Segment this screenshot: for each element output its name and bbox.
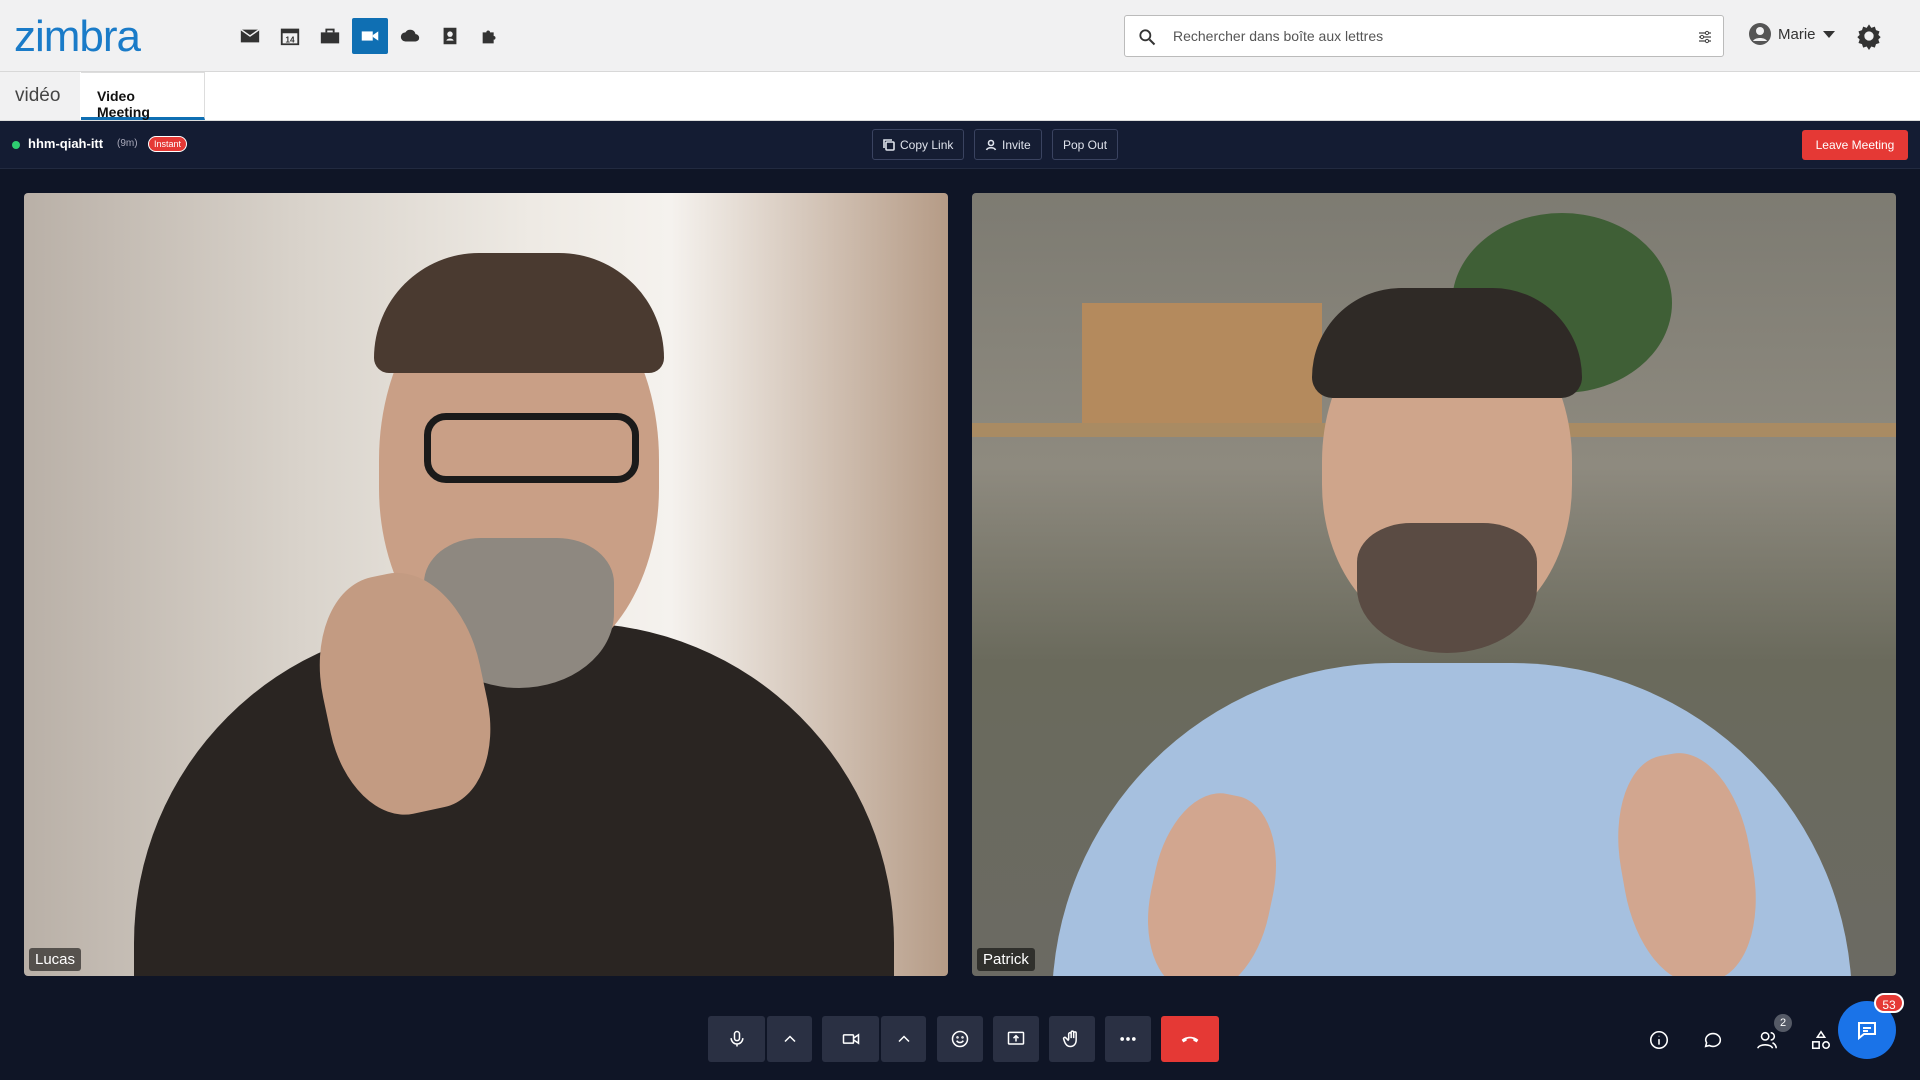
user-name: Marie <box>1778 25 1816 43</box>
cloud-icon <box>400 29 420 42</box>
microphone-options-button[interactable] <box>767 1016 812 1062</box>
tab-app-video[interactable]: vidéo <box>0 72 80 120</box>
chevron-down-icon <box>1822 31 1835 38</box>
video-app-button[interactable] <box>352 18 388 54</box>
microphone-icon <box>729 1030 744 1047</box>
person-icon <box>985 139 997 150</box>
emoji-icon <box>951 1030 969 1048</box>
video-icon <box>361 31 379 41</box>
app-switcher: 14 <box>232 18 508 54</box>
share-screen-button[interactable] <box>993 1016 1039 1062</box>
top-bar: zimbra 14 Marie <box>0 0 1920 72</box>
cloud-app-button[interactable] <box>392 18 428 54</box>
invite-label: Invite <box>1002 137 1031 152</box>
more-options-button[interactable] <box>1105 1016 1151 1062</box>
pop-out-label: Pop Out <box>1063 137 1108 152</box>
background-books <box>1082 303 1322 423</box>
status-dot <box>12 141 20 149</box>
contacts-icon <box>443 27 457 45</box>
meeting-header: hhm-qiah-itt (9m) Instant Copy Link Invi… <box>0 121 1920 169</box>
camera-options-button[interactable] <box>881 1016 926 1062</box>
tab-strip: vidéo Video Meeting <box>0 72 1920 121</box>
meeting-duration: (9m) <box>117 138 138 149</box>
calendar-icon: 14 <box>280 28 300 46</box>
participant-video-glasses <box>424 413 639 483</box>
more-icon <box>1120 1037 1136 1041</box>
briefcase-icon <box>320 28 340 44</box>
mail-icon <box>240 28 260 43</box>
contacts-app-button[interactable] <box>432 18 468 54</box>
hang-up-icon <box>1181 1036 1199 1043</box>
video-tile-lucas[interactable]: Lucas <box>24 193 948 976</box>
copy-link-label: Copy Link <box>900 137 954 152</box>
camera-icon <box>842 1033 859 1045</box>
mail-app-button[interactable] <box>232 18 268 54</box>
search-icon <box>1139 29 1156 46</box>
instant-badge: Instant <box>148 136 188 152</box>
leave-meeting-button[interactable]: Leave Meeting <box>1802 130 1908 160</box>
puzzle-icon <box>482 30 496 44</box>
calendar-app-button[interactable]: 14 <box>272 18 308 54</box>
chevron-up-icon <box>897 1035 910 1043</box>
meeting-chat-button[interactable] <box>1699 1026 1727 1054</box>
microphone-button[interactable] <box>708 1016 765 1062</box>
zimbra-logo[interactable]: zimbra <box>14 12 141 62</box>
reactions-button[interactable] <box>937 1016 983 1062</box>
share-screen-icon <box>1007 1031 1025 1045</box>
participant-name-tag: Patrick <box>977 948 1035 971</box>
raise-hand-button[interactable] <box>1049 1016 1095 1062</box>
invite-button[interactable]: Invite <box>974 129 1042 160</box>
tab-video-meeting[interactable]: Video Meeting <box>81 72 205 120</box>
chat-bubble-icon <box>1704 1032 1722 1048</box>
apps-button[interactable] <box>1807 1026 1835 1054</box>
user-menu[interactable]: Marie <box>1748 22 1836 46</box>
camera-button[interactable] <box>822 1016 879 1062</box>
search-options-icon[interactable] <box>1697 29 1713 45</box>
participant-video-beard <box>1357 523 1537 653</box>
chat-unread-badge: 53 <box>1874 993 1904 1013</box>
hand-icon <box>1062 1030 1077 1048</box>
chevron-up-icon <box>783 1035 796 1043</box>
participant-video-hair <box>374 253 664 373</box>
video-tile-patrick[interactable]: Patrick <box>972 193 1896 976</box>
avatar-icon <box>1749 23 1771 45</box>
shapes-icon <box>1811 1030 1831 1050</box>
end-call-button[interactable] <box>1161 1016 1219 1062</box>
meeting-name: hhm-qiah-itt <box>28 136 104 151</box>
info-icon <box>1649 1030 1669 1050</box>
search-box <box>1124 15 1724 57</box>
copy-link-button[interactable]: Copy Link <box>872 129 965 160</box>
participant-name-tag: Lucas <box>29 948 82 971</box>
svg-text:14: 14 <box>285 35 295 44</box>
copy-icon <box>883 138 895 151</box>
participant-video-hair <box>1312 288 1582 398</box>
briefcase-app-button[interactable] <box>312 18 348 54</box>
integrations-app-button[interactable] <box>472 18 508 54</box>
search-input[interactable] <box>1173 24 1673 48</box>
gear-icon[interactable] <box>1855 22 1883 50</box>
pop-out-button[interactable]: Pop Out <box>1052 129 1119 160</box>
meeting-info-button[interactable] <box>1645 1026 1673 1054</box>
chat-icon <box>1858 1022 1876 1041</box>
participants-icon <box>1757 1031 1777 1049</box>
participant-count-badge: 2 <box>1774 1014 1792 1032</box>
